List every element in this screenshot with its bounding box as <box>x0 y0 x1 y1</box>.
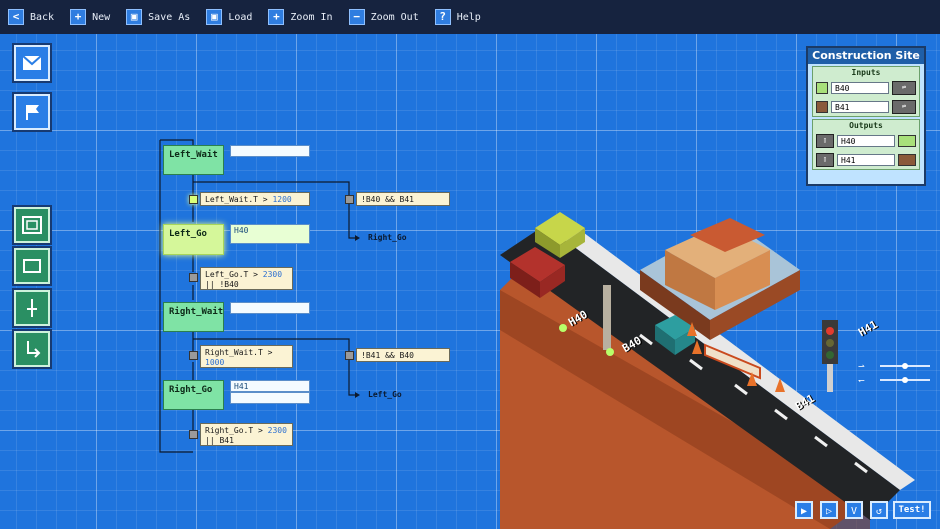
input-field-b41[interactable]: B41 <box>831 100 889 113</box>
sensor-b-light <box>559 324 567 332</box>
car-left-icon: ↽ <box>858 376 865 385</box>
input-chip-brown <box>816 100 828 113</box>
traffic-light-icon: ▯ <box>816 152 834 167</box>
step-button[interactable]: ▷ <box>820 501 838 519</box>
input-row: B40 ⇌ <box>813 78 919 97</box>
car-right-icon: ⇀ <box>858 362 865 371</box>
car-sensor-icon: ⇌ <box>892 99 916 114</box>
output-chip-green <box>898 134 916 147</box>
sensor-post <box>603 285 611 350</box>
outputs-section: Outputs ▯ H40 ▯ H41 <box>812 119 920 170</box>
play-button[interactable]: ▶ <box>795 501 813 519</box>
panel-title: Construction Site <box>808 48 924 64</box>
input-field-b40[interactable]: B40 <box>831 81 889 94</box>
construction-scene: ⇀ ↽ <box>500 212 930 529</box>
output-row: ▯ H41 <box>813 150 919 169</box>
input-chip-green <box>816 81 828 94</box>
output-field-h40[interactable]: H40 <box>837 134 895 147</box>
inputs-title: Inputs <box>851 68 881 77</box>
outputs-title: Outputs <box>849 121 883 130</box>
construction-site-panel: Construction Site Inputs B40 ⇌ B41 ⇌ Out… <box>806 46 926 186</box>
inputs-section: Inputs B40 ⇌ B41 ⇌ <box>812 66 920 117</box>
output-chip-brown <box>898 153 916 166</box>
traffic-light-icon: ▯ <box>816 133 834 148</box>
test-button[interactable]: Test! <box>893 501 931 519</box>
output-field-h41[interactable]: H41 <box>837 153 895 166</box>
reset-button[interactable]: ↺ <box>870 501 888 519</box>
input-row: B41 ⇌ <box>813 97 919 116</box>
sensor-b-light <box>606 348 614 356</box>
check-button[interactable]: V <box>845 501 863 519</box>
car-sensor-icon: ⇌ <box>892 80 916 95</box>
slider-knob[interactable] <box>902 377 908 383</box>
traffic-light <box>822 320 838 392</box>
slider-knob[interactable] <box>902 363 908 369</box>
output-row: ▯ H40 <box>813 131 919 150</box>
